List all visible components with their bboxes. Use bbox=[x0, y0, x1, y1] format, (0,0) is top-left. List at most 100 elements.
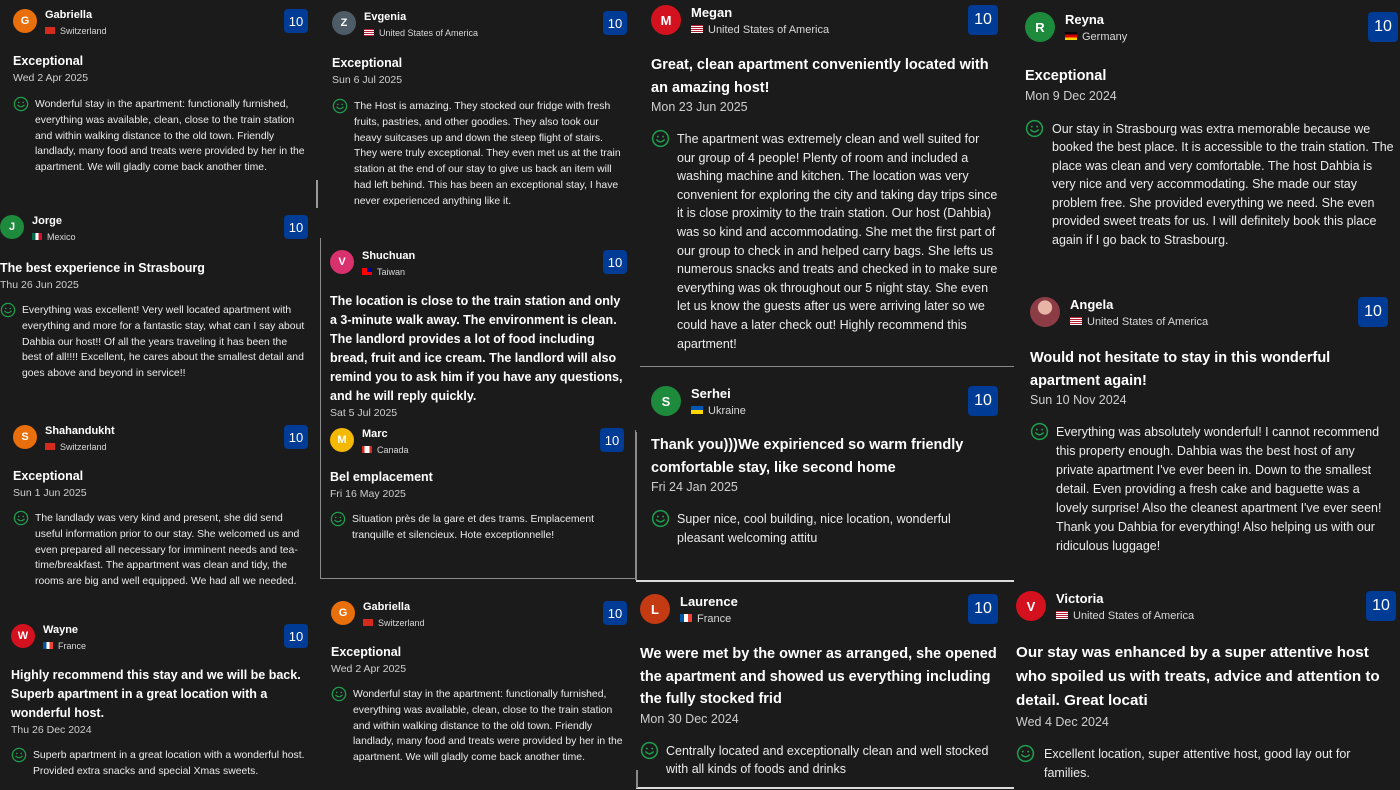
reviewer-name: Jorge bbox=[32, 215, 62, 227]
panel-border bbox=[636, 580, 1014, 582]
review-date: Thu 26 Jun 2025 bbox=[0, 279, 79, 291]
review-header: M Megan United States of America 10 bbox=[651, 5, 998, 36]
review-body: Our stay in Strasbourg was extra memorab… bbox=[1025, 119, 1398, 250]
review-header: Z Evgenia United States of America 10 bbox=[332, 11, 627, 41]
review-text: Situation près de la gare et des trams. … bbox=[352, 514, 594, 541]
score-badge: 10 bbox=[1366, 591, 1396, 621]
country-name: United States of America bbox=[1087, 316, 1209, 328]
review-header: L Laurence France 10 bbox=[640, 594, 998, 625]
review-title: The best experience in Strasbourg bbox=[0, 261, 205, 275]
review-text: The Host is amazing. They stocked our fr… bbox=[354, 101, 621, 207]
review-card[interactable]: M Megan United States of America 10 Grea… bbox=[651, 5, 998, 353]
review-card[interactable]: M Marc Canada 10 Bel emplacement Fri 16 … bbox=[330, 428, 624, 544]
review-body: Wonderful stay in the apartment: functio… bbox=[331, 686, 627, 766]
review-text: Wonderful stay in the apartment: functio… bbox=[353, 689, 623, 764]
review-header: R Reyna Germany 10 bbox=[1025, 12, 1398, 43]
reviewer-country: Ukraine bbox=[691, 405, 746, 417]
review-card[interactable]: R Reyna Germany 10 Exceptional Mon 9 Dec… bbox=[1025, 12, 1398, 250]
country-name: Canada bbox=[377, 445, 409, 455]
reviewer-country: Switzerland bbox=[363, 618, 425, 628]
review-title: Great, clean apartment conveniently loca… bbox=[651, 57, 989, 96]
country-name: United States of America bbox=[379, 28, 479, 38]
reviewer-name: Evgenia bbox=[364, 11, 407, 23]
scrollbar[interactable] bbox=[636, 770, 638, 788]
review-header: V Victoria United States of America 10 bbox=[1016, 591, 1396, 622]
avatar: W bbox=[11, 624, 35, 648]
review-card[interactable]: J Jorge Mexico 10 The best experience in… bbox=[0, 215, 308, 382]
review-header: W Wayne France 10 bbox=[11, 624, 308, 654]
review-header: G Gabriella Switzerland 10 bbox=[331, 601, 627, 631]
review-date: Thu 26 Dec 2024 bbox=[11, 724, 92, 736]
smile-icon bbox=[1030, 422, 1049, 441]
review-card[interactable]: G Gabriella Switzerland 10 Exceptional W… bbox=[13, 9, 308, 176]
review-date: Sun 1 Jun 2025 bbox=[13, 487, 87, 499]
mexico-flag-icon bbox=[32, 233, 42, 241]
review-card[interactable]: Z Evgenia United States of America 10 Ex… bbox=[332, 11, 627, 210]
france-flag-icon bbox=[680, 614, 692, 623]
review-card[interactable]: V Shuchuan Taiwan 10 The location is clo… bbox=[330, 250, 627, 419]
smile-icon bbox=[331, 686, 347, 702]
review-header: G Gabriella Switzerland 10 bbox=[13, 9, 308, 39]
score-badge: 10 bbox=[603, 250, 627, 274]
panel-border bbox=[636, 432, 637, 580]
review-card[interactable]: V Victoria United States of America 10 O… bbox=[1016, 591, 1396, 783]
avatar: G bbox=[13, 9, 37, 33]
smile-icon bbox=[651, 509, 670, 528]
review-header: S Shahandukht Switzerland 10 bbox=[13, 425, 308, 455]
review-card[interactable]: S Serhei Ukraine 10 Thank you)))We expir… bbox=[651, 386, 998, 547]
review-header: V Shuchuan Taiwan 10 bbox=[330, 250, 627, 280]
reviewer-name: Shuchuan bbox=[362, 250, 416, 262]
smile-icon bbox=[332, 98, 348, 114]
review-title: Our stay was enhanced by a super attenti… bbox=[1016, 644, 1380, 709]
reviewer-country: Taiwan bbox=[362, 267, 405, 277]
country-name: United States of America bbox=[1073, 610, 1195, 622]
score-badge: 10 bbox=[603, 11, 627, 35]
review-body: Everything was absolutely wonderful! I c… bbox=[1030, 422, 1388, 556]
review-card[interactable]: Angela United States of America 10 Would… bbox=[1030, 297, 1388, 556]
review-card[interactable]: L Laurence France 10 We were met by the … bbox=[640, 594, 998, 779]
avatar: M bbox=[651, 5, 681, 35]
review-date: Fri 16 May 2025 bbox=[330, 488, 406, 500]
review-card[interactable]: W Wayne France 10 Highly recommend this … bbox=[11, 624, 308, 780]
review-column-1: G Gabriella Switzerland 10 Exceptional W… bbox=[0, 0, 320, 790]
review-text: Wonderful stay in the apartment: functio… bbox=[35, 99, 305, 174]
review-title: Exceptional bbox=[1025, 68, 1107, 84]
review-title: Would not hesitate to stay in this wonde… bbox=[1030, 350, 1331, 389]
avatar: Z bbox=[332, 11, 356, 35]
country-name: United States of America bbox=[708, 24, 830, 36]
canada-flag-icon bbox=[362, 446, 372, 454]
review-text: Our stay in Strasbourg was extra memorab… bbox=[1052, 121, 1394, 248]
review-column-4: R Reyna Germany 10 Exceptional Mon 9 Dec… bbox=[1014, 0, 1400, 790]
avatar: R bbox=[1025, 12, 1055, 42]
reviewer-country: United States of America bbox=[364, 28, 478, 38]
reviewer-country: Canada bbox=[362, 445, 409, 455]
review-body: Excellent location, super attentive host… bbox=[1016, 744, 1396, 783]
reviewer-name: Angela bbox=[1070, 297, 1114, 312]
review-body: Everything was excellent! Very well loca… bbox=[0, 302, 308, 382]
score-badge: 10 bbox=[1358, 297, 1388, 327]
score-badge: 10 bbox=[284, 425, 308, 449]
scrollbar[interactable] bbox=[316, 180, 318, 208]
reviewer-country: France bbox=[680, 613, 731, 625]
country-name: Taiwan bbox=[377, 267, 406, 277]
review-text: Everything was absolutely wonderful! I c… bbox=[1056, 425, 1382, 553]
review-card[interactable]: S Shahandukht Switzerland 10 Exceptional… bbox=[13, 425, 308, 590]
reviewer-country: Switzerland bbox=[45, 26, 107, 36]
review-date: Mon 9 Dec 2024 bbox=[1025, 88, 1117, 103]
review-date: Wed 4 Dec 2024 bbox=[1016, 715, 1109, 729]
smile-icon bbox=[651, 129, 670, 148]
score-badge: 10 bbox=[600, 428, 624, 452]
review-date: Wed 2 Apr 2025 bbox=[13, 72, 89, 84]
ukraine-flag-icon bbox=[691, 406, 703, 415]
reviewer-name: Serhei bbox=[691, 386, 731, 401]
review-date: Mon 23 Jun 2025 bbox=[651, 100, 748, 114]
reviewer-name: Megan bbox=[691, 5, 733, 20]
usa-flag-icon bbox=[1070, 317, 1082, 326]
review-date: Sun 10 Nov 2024 bbox=[1030, 393, 1127, 407]
avatar: S bbox=[651, 386, 681, 416]
avatar: L bbox=[640, 594, 670, 624]
score-badge: 10 bbox=[1368, 12, 1398, 42]
reviewer-country: Switzerland bbox=[45, 442, 107, 452]
review-card[interactable]: G Gabriella Switzerland 10 Exceptional W… bbox=[331, 601, 627, 766]
score-badge: 10 bbox=[284, 9, 308, 33]
